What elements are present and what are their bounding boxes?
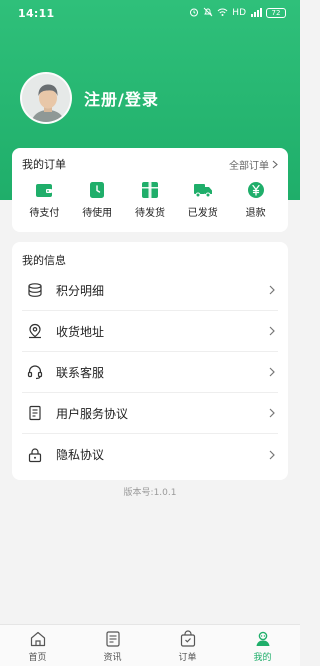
chevron-right-icon <box>266 284 278 296</box>
all-orders-link[interactable]: 全部订单 <box>229 157 278 172</box>
order-shipped[interactable]: 已发货 <box>178 180 228 219</box>
tab-news[interactable]: 资讯 <box>88 629 138 663</box>
home-icon <box>28 629 48 649</box>
hd-icon: HD <box>232 8 246 18</box>
row-label: 联系客服 <box>56 365 105 380</box>
order-pending-payment[interactable]: 待支付 <box>19 180 69 219</box>
tab-label: 我的 <box>253 652 272 663</box>
document-icon <box>26 404 44 422</box>
status-bar: 14:11 HD 72 <box>0 0 300 26</box>
profile-section[interactable]: 注册/登录 <box>20 72 159 124</box>
chevron-right-icon <box>266 449 278 461</box>
order-bag-icon <box>178 629 198 649</box>
order-pending-shipment[interactable]: 待发货 <box>125 180 175 219</box>
user-icon <box>253 629 273 649</box>
row-label: 用户服务协议 <box>56 406 129 421</box>
alarm-icon <box>189 7 199 20</box>
order-refund[interactable]: 退款 <box>231 180 281 219</box>
row-label: 收货地址 <box>56 324 105 339</box>
tab-mine[interactable]: 我的 <box>238 629 288 663</box>
signal-icon <box>250 7 262 20</box>
tab-home[interactable]: 首页 <box>13 629 63 663</box>
login-register-link[interactable]: 注册/登录 <box>84 86 159 110</box>
chevron-right-icon <box>266 366 278 378</box>
chevron-right-icon <box>266 407 278 419</box>
my-info-title: 我的信息 <box>22 254 66 267</box>
chevron-right-icon <box>266 325 278 337</box>
avatar[interactable] <box>20 72 72 124</box>
customer-service-row[interactable]: 联系客服 <box>22 352 278 393</box>
news-icon <box>103 629 123 649</box>
all-orders-label: 全部订单 <box>229 160 269 172</box>
clock-phone-icon <box>87 180 107 200</box>
row-label: 隐私协议 <box>56 448 105 462</box>
points-detail-row[interactable]: 积分明细 <box>22 270 278 311</box>
user-agreement-row[interactable]: 用户服务协议 <box>22 393 278 434</box>
order-pending-use[interactable]: 待使用 <box>72 180 122 219</box>
gift-box-icon <box>140 180 160 200</box>
tab-label: 订单 <box>178 652 197 663</box>
mute-icon <box>203 7 213 20</box>
headset-icon <box>26 363 44 381</box>
order-label: 待发货 <box>134 208 165 219</box>
location-pin-icon <box>26 322 44 340</box>
tab-orders[interactable]: 订单 <box>163 629 213 663</box>
bottom-tab-bar: 首页 资讯 订单 我的 <box>0 624 300 666</box>
wifi-icon <box>217 7 228 20</box>
order-label: 待使用 <box>82 208 113 219</box>
tab-label: 首页 <box>28 652 47 663</box>
row-label: 积分明细 <box>56 283 105 298</box>
order-label: 待支付 <box>29 208 60 219</box>
coins-stack-icon <box>26 281 44 299</box>
my-orders-title: 我的订单 <box>22 158 66 171</box>
truck-icon <box>193 180 213 200</box>
privacy-policy-row[interactable]: 隐私协议 <box>22 434 278 475</box>
battery-indicator: 72 <box>266 8 286 18</box>
wallet-icon <box>34 180 54 200</box>
my-info-card: 我的信息 积分明细 收货地址 联系客服 用户服务协议 隐私协议 <box>12 242 288 480</box>
order-label: 已发货 <box>187 208 218 219</box>
tab-label: 资讯 <box>103 652 122 663</box>
chevron-right-icon <box>272 160 278 168</box>
version-label: 版本号:1.0.1 <box>123 488 177 498</box>
lock-icon <box>26 446 44 464</box>
order-label: 退款 <box>245 208 266 219</box>
my-orders-card: 我的订单 全部订单 待支付 待使用 待发货 已发货 退款 <box>12 148 288 232</box>
shipping-address-row[interactable]: 收货地址 <box>22 311 278 352</box>
status-icons: HD 72 <box>189 7 286 20</box>
status-time: 14:11 <box>18 6 55 20</box>
yen-coin-icon <box>246 180 266 200</box>
